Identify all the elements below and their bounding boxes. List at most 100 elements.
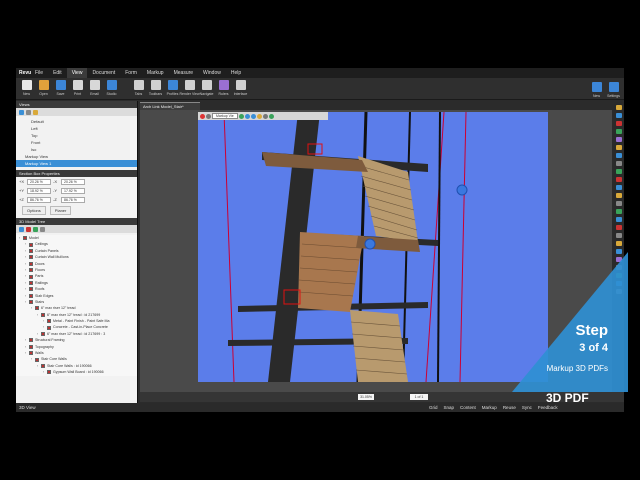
tool-icon[interactable] — [616, 137, 622, 142]
add-view-icon[interactable] — [19, 109, 24, 115]
visibility-checkbox[interactable] — [35, 306, 39, 311]
toolbar-button-print[interactable]: Print — [69, 78, 86, 100]
settings-icon[interactable] — [40, 226, 45, 232]
toolbar-button-new[interactable]: New — [588, 80, 605, 102]
tool-icon[interactable] — [616, 161, 622, 166]
view-item[interactable]: Top — [16, 132, 137, 139]
status-toggle-sync[interactable]: Sync — [522, 405, 532, 410]
toolbar-button-profiles[interactable]: Profiles — [164, 78, 181, 100]
hide-icon[interactable] — [26, 226, 31, 232]
view-item[interactable]: Iso — [16, 146, 137, 153]
visibility-checkbox[interactable] — [29, 268, 33, 273]
tool-icon[interactable] — [616, 225, 622, 230]
tool-icon[interactable] — [616, 169, 622, 174]
tree-row[interactable]: › Gypsum Wall Board : id 190066 — [16, 369, 137, 375]
view-selector[interactable]: Markup Vie — [212, 113, 238, 119]
visibility-checkbox[interactable] — [41, 312, 45, 317]
visibility-checkbox[interactable] — [47, 325, 51, 330]
visibility-checkbox[interactable] — [29, 293, 33, 298]
toolbar-button-interface[interactable]: Interface — [232, 78, 249, 100]
toolbar-button-save[interactable]: Save — [52, 78, 69, 100]
zoom-icon[interactable] — [256, 113, 262, 119]
section-value-field[interactable]: 86.76 % — [61, 196, 85, 203]
visibility-checkbox[interactable] — [35, 357, 39, 362]
visibility-checkbox[interactable] — [29, 338, 33, 343]
tool-icon[interactable] — [616, 145, 622, 150]
visibility-checkbox[interactable] — [41, 332, 45, 337]
section-value-field[interactable]: 18.92 % — [27, 187, 51, 194]
tool-icon[interactable] — [616, 233, 622, 238]
tool-icon[interactable] — [616, 129, 622, 134]
visibility-checkbox[interactable] — [29, 300, 33, 305]
visibility-checkbox[interactable] — [29, 280, 33, 285]
status-toggle-feedback[interactable]: Feedback — [538, 405, 558, 410]
isolate-icon[interactable] — [33, 226, 38, 232]
tool-icon[interactable] — [616, 201, 622, 206]
section-value-field[interactable]: 86.76 % — [27, 196, 51, 203]
status-toggle-snap[interactable]: Snap — [444, 405, 455, 410]
tool-icon[interactable] — [616, 121, 622, 126]
view-item[interactable]: Front — [16, 139, 137, 146]
visibility-checkbox[interactable] — [47, 319, 51, 324]
toolbar-button-open[interactable]: Open — [35, 78, 52, 100]
status-toggle-reuse[interactable]: Reuse — [503, 405, 516, 410]
visibility-checkbox[interactable] — [29, 351, 33, 356]
menu-document[interactable]: Document — [87, 68, 120, 78]
menu-measure[interactable]: Measure — [169, 68, 198, 78]
show-icon[interactable] — [19, 226, 24, 232]
menu-view[interactable]: View — [66, 68, 88, 78]
status-toggle-grid[interactable]: Grid — [429, 405, 438, 410]
folder-icon[interactable] — [33, 109, 38, 115]
section-value-field[interactable]: 20.26 % — [27, 178, 51, 185]
tool-icon[interactable] — [616, 177, 622, 182]
view-item[interactable]: Markup View — [16, 153, 137, 160]
page-indicator[interactable]: 1 of 1 — [410, 394, 428, 400]
rotate-icon[interactable] — [244, 113, 250, 119]
tool-icon[interactable] — [616, 113, 622, 118]
pan-icon[interactable] — [250, 113, 256, 119]
toolbar-button-tabs[interactable]: Tabs — [130, 78, 147, 100]
toolbar-button-settings[interactable]: Settings — [605, 80, 622, 102]
menu-file[interactable]: File — [30, 68, 48, 78]
document-tab[interactable]: Arch Link Model_Stair* — [140, 102, 200, 110]
view-item[interactable]: Markup View 1 — [16, 160, 137, 167]
menu-edit[interactable]: Edit — [48, 68, 67, 78]
menu-form[interactable]: Form — [120, 68, 142, 78]
visibility-checkbox[interactable] — [29, 274, 33, 279]
visibility-checkbox[interactable] — [29, 344, 33, 349]
visibility-checkbox[interactable] — [29, 261, 33, 266]
tool-icon[interactable] — [616, 193, 622, 198]
tool-icon[interactable] — [616, 185, 622, 190]
section-value-field[interactable]: 17.92 % — [61, 187, 85, 194]
tool-icon[interactable] — [616, 241, 622, 246]
toolbar-button-navigate[interactable]: Navigate — [198, 78, 215, 100]
tool-icon[interactable] — [616, 153, 622, 158]
toolbar-button-rulers[interactable]: Rulers — [215, 78, 232, 100]
view-item[interactable]: Left — [16, 125, 137, 132]
menu-window[interactable]: Window — [198, 68, 226, 78]
section-icon[interactable] — [262, 113, 268, 119]
3d-viewport[interactable]: Markup Vie — [198, 112, 548, 382]
view-icon[interactable] — [206, 113, 211, 119]
render-icon[interactable] — [268, 113, 274, 119]
toolbar-button-toolbars[interactable]: Toolbars — [147, 78, 164, 100]
visibility-checkbox[interactable] — [29, 287, 33, 292]
toolbar-button-render-view[interactable]: Render View — [180, 78, 200, 100]
tool-icon[interactable] — [616, 105, 622, 110]
tool-icon[interactable] — [616, 209, 622, 214]
visibility-checkbox[interactable] — [29, 248, 33, 253]
options-button[interactable]: Options — [22, 206, 46, 215]
visibility-checkbox[interactable] — [29, 242, 33, 247]
menu-help[interactable]: Help — [226, 68, 246, 78]
home-icon[interactable] — [238, 113, 244, 119]
planer-button[interactable]: Planer — [49, 206, 72, 215]
toolbar-button-new[interactable]: New — [18, 78, 35, 100]
menu-markup[interactable]: Markup — [142, 68, 169, 78]
toolbar-button-studio[interactable]: Studio — [103, 78, 120, 100]
record-icon[interactable] — [200, 113, 205, 119]
status-toggle-markup[interactable]: Markup — [482, 405, 497, 410]
view-item[interactable]: Default — [16, 118, 137, 125]
section-value-field[interactable]: 20.26 % — [61, 178, 85, 185]
toolbar-button-email[interactable]: Email — [86, 78, 103, 100]
tool-icon[interactable] — [616, 217, 622, 222]
